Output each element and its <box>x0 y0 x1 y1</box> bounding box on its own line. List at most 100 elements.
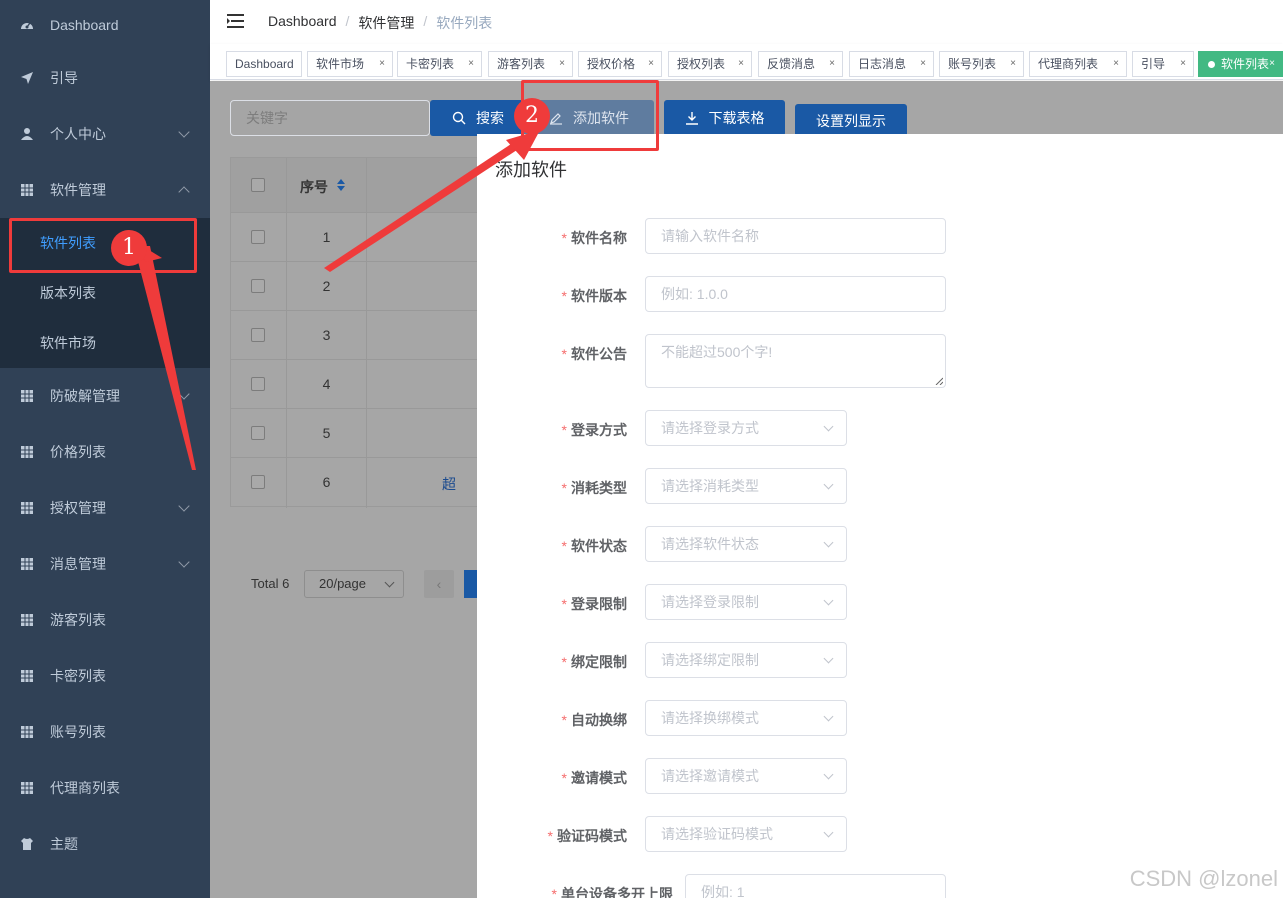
tag-agent-list[interactable]: 代理商列表 × <box>1029 51 1127 77</box>
resize-handle-icon[interactable] <box>935 377 943 385</box>
select-all-checkbox[interactable] <box>251 178 265 192</box>
form-label-text: 软件版本 <box>571 288 627 304</box>
close-icon[interactable]: × <box>1180 52 1186 76</box>
row-index: 1 <box>322 229 331 245</box>
submenu-item-software-market[interactable]: 软件市场 <box>0 318 210 368</box>
bind-limit-select[interactable]: 请选择绑定限制 <box>645 642 847 678</box>
table-icon <box>21 670 33 682</box>
tag-software-market[interactable]: 软件市场 × <box>307 51 393 77</box>
row-index: 2 <box>322 278 331 294</box>
sort-icon[interactable] <box>336 178 346 192</box>
table-icon <box>21 390 33 402</box>
form-label: * 软件状态 <box>562 536 627 556</box>
sidebar-item-label: 代理商列表 <box>50 780 120 796</box>
sidebar-item-theme[interactable]: 主题 <box>0 816 210 872</box>
tag-license-list[interactable]: 授权列表 × <box>668 51 752 77</box>
tag-label: 游客列表 <box>497 57 546 71</box>
software-name-input[interactable]: 请输入软件名称 <box>645 218 946 254</box>
close-icon[interactable]: × <box>829 52 835 76</box>
required-mark: * <box>561 654 567 670</box>
current-page-button[interactable] <box>464 570 478 598</box>
search-button[interactable]: 搜索 <box>430 100 526 136</box>
form-label: * 消耗类型 <box>562 478 627 498</box>
tag-account-list[interactable]: 账号列表 × <box>939 51 1024 77</box>
breadcrumb-separator: / <box>345 13 350 29</box>
close-icon[interactable]: × <box>559 52 565 76</box>
close-icon[interactable]: × <box>1113 52 1119 76</box>
close-icon[interactable]: × <box>1269 52 1275 76</box>
invite-mode-select[interactable]: 请选择邀请模式 <box>645 758 847 794</box>
sidebar-item-guide[interactable]: 引导 <box>0 50 210 106</box>
close-icon[interactable]: × <box>468 52 474 76</box>
login-limit-select[interactable]: 请选择登录限制 <box>645 584 847 620</box>
column-settings-button[interactable]: 设置列显示 <box>795 104 907 138</box>
hamburger-icon[interactable] <box>227 13 245 29</box>
prev-page-button[interactable]: ‹ <box>424 570 454 598</box>
table-icon <box>21 558 33 570</box>
form-label-text: 登录方式 <box>571 422 627 438</box>
close-icon[interactable]: × <box>920 52 926 76</box>
sidebar-item-label: 价格列表 <box>50 444 106 460</box>
tag-log-messages[interactable]: 日志消息 × <box>849 51 934 77</box>
row-checkbox[interactable] <box>251 377 265 391</box>
tag-card-list[interactable]: 卡密列表 × <box>397 51 482 77</box>
sidebar-item-label: 主题 <box>50 836 78 852</box>
row-checkbox[interactable] <box>251 426 265 440</box>
tag-guest-list[interactable]: 游客列表 × <box>488 51 573 77</box>
step-badge-1: 1 <box>111 230 147 266</box>
sidebar-item-profile[interactable]: 个人中心 <box>0 106 210 162</box>
tag-label: 日志消息 <box>858 57 907 71</box>
sidebar-item-price-list[interactable]: 价格列表 <box>0 424 210 480</box>
form-label-text: 软件名称 <box>571 230 627 246</box>
tag-license-price[interactable]: 授权价格 × <box>578 51 662 77</box>
close-icon[interactable]: × <box>648 52 654 76</box>
sidebar-item-license-management[interactable]: 授权管理 <box>0 480 210 536</box>
tag-feedback[interactable]: 反馈消息 × <box>758 51 843 77</box>
column-divider <box>286 158 287 508</box>
close-icon[interactable]: × <box>1010 52 1016 76</box>
software-notice-textarea[interactable]: 不能超过500个字! <box>645 334 946 388</box>
sidebar-item-guest-list[interactable]: 游客列表 <box>0 592 210 648</box>
form-label-text: 软件公告 <box>571 346 627 362</box>
page-size-select[interactable]: 20/page <box>304 570 404 598</box>
breadcrumb-item[interactable]: Dashboard <box>268 13 337 33</box>
highlight-box-step1 <box>9 218 197 273</box>
captcha-mode-select[interactable]: 请选择验证码模式 <box>645 816 847 852</box>
row-checkbox[interactable] <box>251 279 265 293</box>
row-checkbox[interactable] <box>251 230 265 244</box>
sidebar-item-agent-list[interactable]: 代理商列表 <box>0 760 210 816</box>
keyword-input[interactable]: 关键字 <box>230 100 430 136</box>
tag-guide[interactable]: 引导 × <box>1132 51 1194 77</box>
sidebar-item-anti-crack[interactable]: 防破解管理 <box>0 368 210 424</box>
row-checkbox[interactable] <box>251 328 265 342</box>
tag-software-list[interactable]: 软件列表 × <box>1198 51 1283 77</box>
column-header-index[interactable]: 序号 <box>300 177 328 197</box>
row-action-link[interactable]: 超 <box>442 474 456 494</box>
sidebar-item-label: 卡密列表 <box>50 668 106 684</box>
sidebar-item-software-management[interactable]: 软件管理 <box>0 162 210 218</box>
close-icon[interactable]: × <box>379 52 385 76</box>
sidebar-item-message-management[interactable]: 消息管理 <box>0 536 210 592</box>
consume-type-select[interactable]: 请选择消耗类型 <box>645 468 847 504</box>
pagination-total: Total 6 <box>251 576 290 591</box>
sidebar-item-label: 防破解管理 <box>50 388 120 404</box>
multi-open-limit-input[interactable]: 例如: 1 <box>685 874 946 898</box>
sidebar: Dashboard 引导 个人中心 软件管理 软件列表 版本列表 软件市场 防破… <box>0 0 210 898</box>
row-checkbox[interactable] <box>251 475 265 489</box>
form-label: * 软件名称 <box>562 228 627 248</box>
software-version-input[interactable]: 例如: 1.0.0 <box>645 276 946 312</box>
tag-label: 授权列表 <box>677 57 726 71</box>
download-table-button[interactable]: 下载表格 <box>664 100 785 136</box>
auto-rebind-select[interactable]: 请选择换绑模式 <box>645 700 847 736</box>
form-label-text: 邀请模式 <box>571 770 627 786</box>
sidebar-item-account-list[interactable]: 账号列表 <box>0 704 210 760</box>
form-label: * 自动换绑 <box>562 710 627 730</box>
software-status-select[interactable]: 请选择软件状态 <box>645 526 847 562</box>
submenu-item-version-list[interactable]: 版本列表 <box>0 268 210 318</box>
sidebar-item-card-list[interactable]: 卡密列表 <box>0 648 210 704</box>
close-icon[interactable]: × <box>738 52 744 76</box>
breadcrumb-item[interactable]: 软件管理 <box>358 13 414 33</box>
tag-dashboard[interactable]: Dashboard <box>226 51 302 77</box>
sidebar-item-dashboard[interactable]: Dashboard <box>0 0 210 50</box>
login-method-select[interactable]: 请选择登录方式 <box>645 410 847 446</box>
